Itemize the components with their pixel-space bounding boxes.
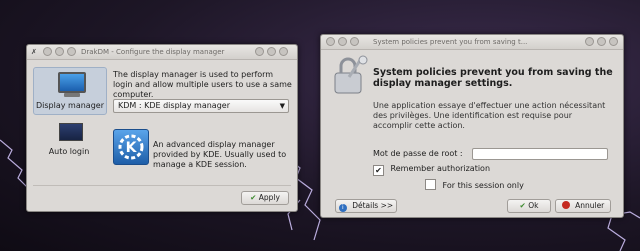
password-field[interactable] — [472, 148, 608, 160]
monitor-icon — [58, 72, 86, 93]
session-only-checkbox[interactable]: For this session only — [425, 179, 524, 191]
select-value: KDM : KDE display manager — [118, 101, 230, 110]
drakdm-footer-separator — [33, 185, 291, 186]
close-button[interactable] — [609, 37, 618, 46]
info-icon: i — [338, 204, 347, 212]
policy-message: Une application essaye d'effectuer une a… — [373, 101, 606, 130]
remember-label: Remember authorization — [390, 164, 491, 173]
sidebar-item-label: Auto login — [48, 147, 90, 156]
ok-button[interactable]: ✔ Ok — [507, 199, 551, 213]
kde-description: An advanced display manager provided by … — [153, 140, 287, 169]
session-label: For this session only — [442, 181, 524, 190]
window-title: System policies prevent you from saving … — [373, 38, 528, 46]
remember-authorization-checkbox[interactable]: ✔ Remember authorization — [373, 164, 490, 176]
shade-button[interactable] — [67, 47, 76, 56]
maximize-button[interactable] — [279, 47, 288, 56]
details-button[interactable]: i Détails >> — [335, 199, 397, 213]
autologin-screen-icon — [59, 123, 83, 141]
cancel-icon — [561, 201, 570, 209]
apply-button[interactable]: ✔ Apply — [241, 191, 289, 205]
checkmark-icon: ✔ — [250, 193, 257, 202]
kde-gear-glyph: K — [118, 134, 144, 160]
keep-above-button[interactable] — [55, 47, 64, 56]
checkbox-box — [425, 179, 436, 190]
keep-above-button[interactable] — [338, 37, 347, 46]
apply-button-label: Apply — [258, 193, 280, 202]
drakdm-window: ✗ DrakDM - Configure the display manager… — [26, 44, 298, 212]
shade-button[interactable] — [350, 37, 359, 46]
details-button-label: Détails >> — [352, 201, 394, 210]
chevron-down-icon: ▼ — [279, 102, 285, 110]
sidebar-item-label: Display manager — [36, 101, 104, 110]
policy-dialog: System policies prevent you from saving … — [320, 34, 624, 218]
menu-button[interactable] — [43, 47, 52, 56]
drakdm-titlebar[interactable]: ✗ DrakDM - Configure the display manager — [27, 45, 297, 60]
policy-titlebar[interactable]: System policies prevent you from saving … — [321, 35, 623, 50]
ok-button-label: Ok — [528, 201, 539, 210]
cancel-button[interactable]: Annuler — [555, 199, 611, 213]
lock-keys-icon — [331, 55, 371, 97]
help-button[interactable] — [585, 37, 594, 46]
display-manager-select[interactable]: KDM : KDE display manager ▼ — [113, 99, 289, 113]
sidebar-item-display-manager[interactable]: Display manager — [33, 67, 107, 115]
minimize-button[interactable] — [597, 37, 606, 46]
lock-keys-glyph — [334, 55, 368, 94]
drakdm-app-icon: ✗ — [31, 48, 37, 56]
checkmark-icon: ✔ — [519, 201, 526, 210]
window-title: DrakDM - Configure the display manager — [81, 48, 225, 56]
menu-button[interactable] — [326, 37, 335, 46]
svg-text:K: K — [126, 140, 138, 156]
monitor-stand — [64, 93, 80, 97]
cancel-button-label: Annuler — [575, 201, 605, 210]
help-button[interactable] — [255, 47, 264, 56]
display-manager-description: The display manager is used to perform l… — [113, 70, 292, 99]
minimize-button[interactable] — [267, 47, 276, 56]
checkbox-box: ✔ — [373, 165, 384, 176]
policy-heading: System policies prevent you from saving … — [373, 67, 613, 89]
sidebar-item-auto-login[interactable]: Auto login — [33, 119, 105, 163]
kde-logo-icon: K — [113, 129, 149, 165]
password-label: Mot de passe de root : — [373, 149, 463, 158]
